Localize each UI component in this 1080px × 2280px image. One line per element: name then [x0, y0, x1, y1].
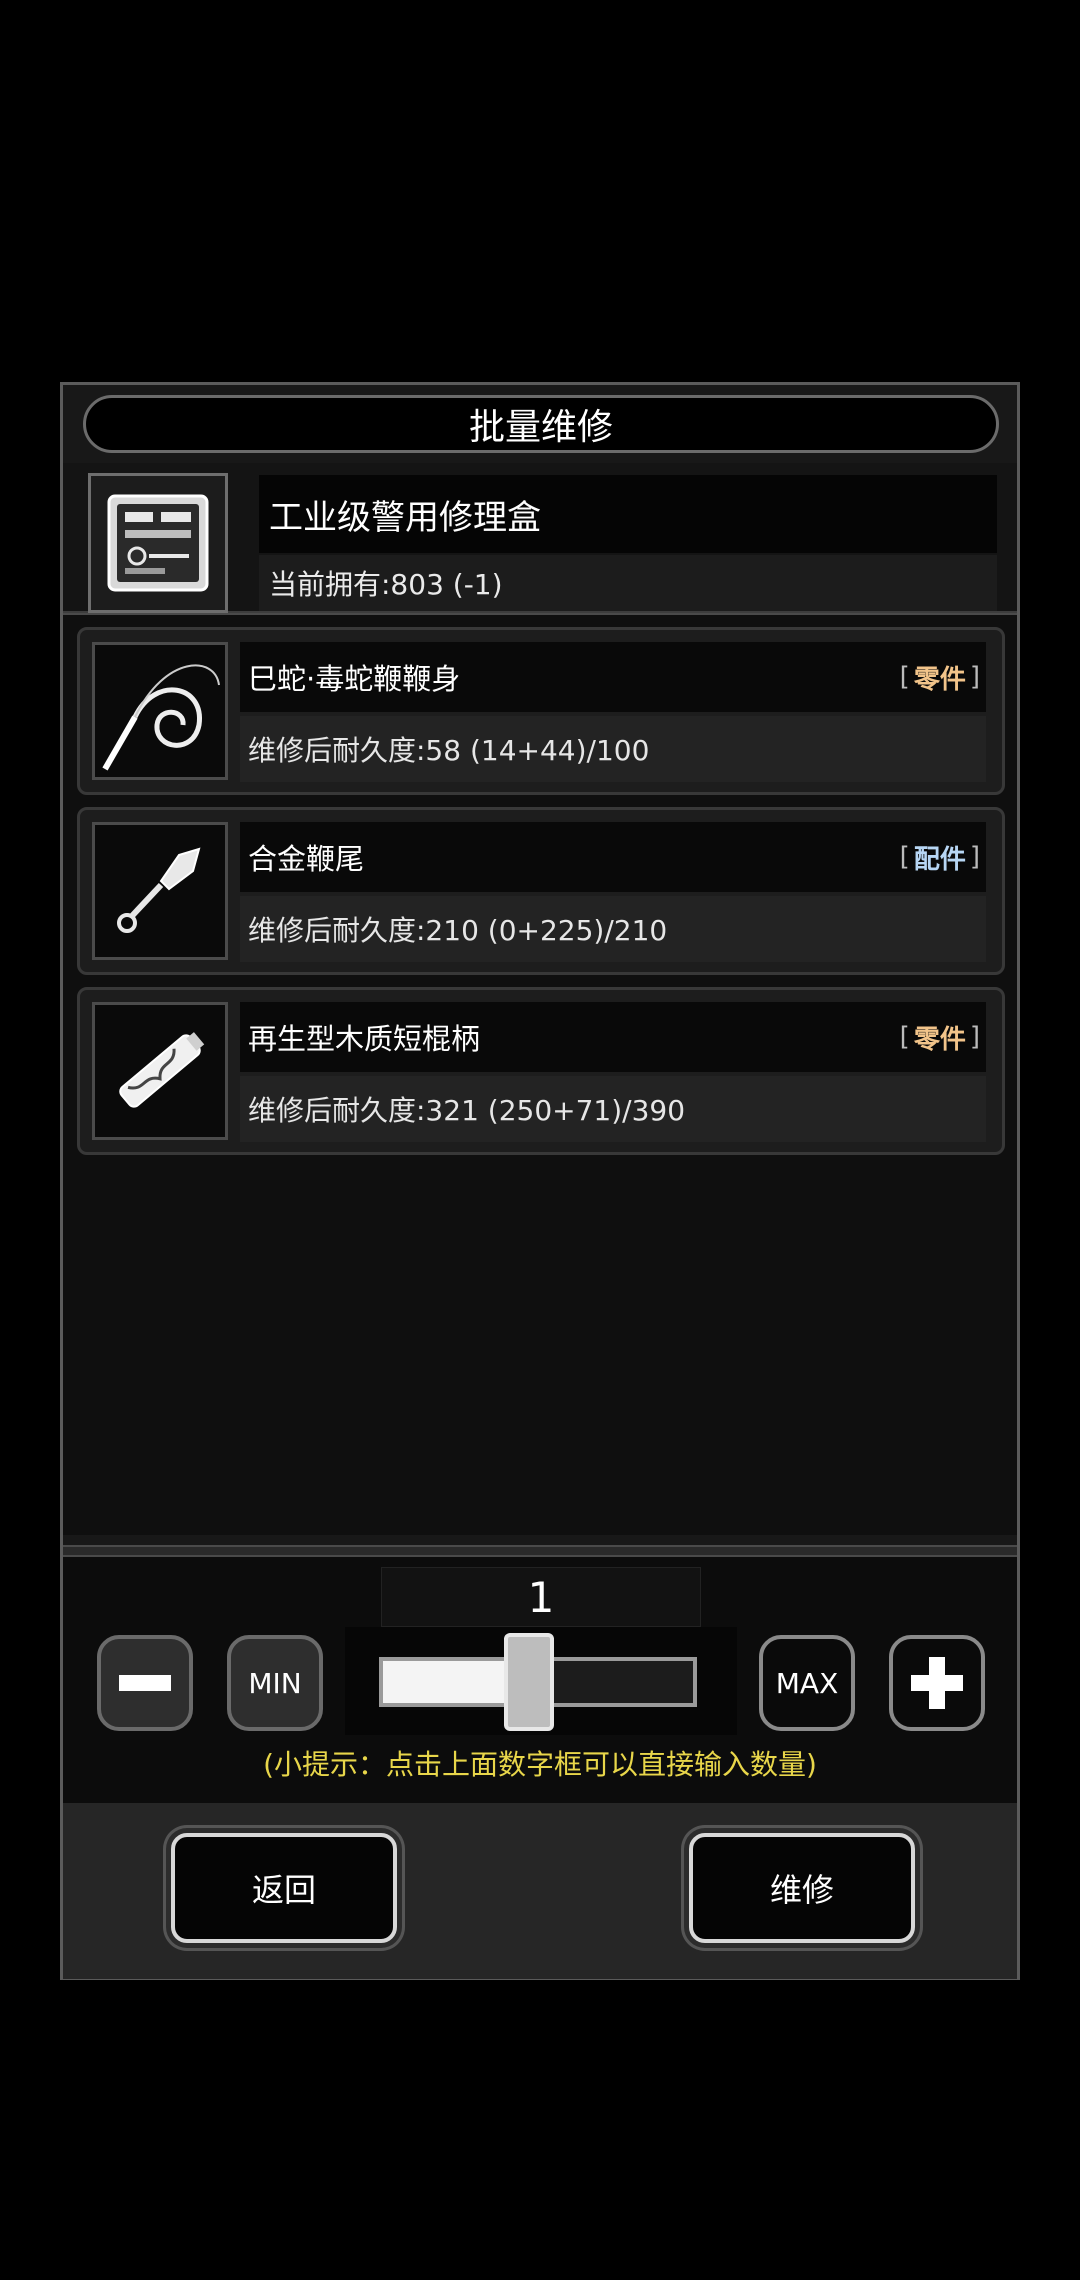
baton-handle-icon — [92, 1002, 228, 1140]
slider-thumb[interactable] — [504, 1633, 554, 1731]
repair-kit-owned-count: 当前拥有:803 (-1) — [259, 555, 997, 611]
back-button[interactable]: 返回 — [171, 1833, 397, 1943]
section-divider — [63, 1545, 1017, 1557]
item-name: 巳蛇·毒蛇鞭鞭身 [ 零件 ] — [240, 642, 986, 712]
action-bar: 返回 维修 — [63, 1803, 1017, 1979]
max-button[interactable]: MAX — [759, 1635, 855, 1731]
item-type-tag: [ 零件 ] — [899, 662, 980, 695]
repair-item-list[interactable]: 巳蛇·毒蛇鞭鞭身 [ 零件 ] 维修后耐久度:58 (14+44)/100 合金… — [63, 613, 1017, 1535]
list-item[interactable]: 再生型木质短棍柄 [ 零件 ] 维修后耐久度:321 (250+71)/390 — [77, 987, 1005, 1155]
repair-kit-icon — [88, 473, 228, 613]
min-button[interactable]: MIN — [227, 1635, 323, 1731]
item-durability: 维修后耐久度:210 (0+225)/210 — [240, 896, 986, 962]
repair-kit-header: 工业级警用修理盒 当前拥有:803 (-1) — [63, 463, 1017, 614]
slider-fill — [383, 1661, 510, 1703]
item-type-tag: [ 配件 ] — [899, 842, 980, 875]
quantity-controls: 1 MIN MAX (小提示：点击上面数字框可以直接输入数量) — [63, 1557, 1017, 1803]
list-item[interactable]: 巳蛇·毒蛇鞭鞭身 [ 零件 ] 维修后耐久度:58 (14+44)/100 — [77, 627, 1005, 795]
item-durability: 维修后耐久度:321 (250+71)/390 — [240, 1076, 986, 1142]
repair-button[interactable]: 维修 — [689, 1833, 915, 1943]
decrease-button[interactable] — [97, 1635, 193, 1731]
item-durability: 维修后耐久度:58 (14+44)/100 — [240, 716, 986, 782]
plus-icon — [911, 1657, 963, 1709]
item-name: 合金鞭尾 [ 配件 ] — [240, 822, 986, 892]
item-type-tag: [ 零件 ] — [899, 1022, 980, 1055]
batch-repair-dialog: 批量维修 工业级警用修理盒 当前拥有:803 (-1) 巳蛇·毒蛇鞭鞭身 [零… — [60, 382, 1020, 1980]
list-item[interactable]: 合金鞭尾 [ 配件 ] 维修后耐久度:210 (0+225)/210 — [77, 807, 1005, 975]
increase-button[interactable] — [889, 1635, 985, 1731]
whip-icon — [92, 642, 228, 780]
input-hint: (小提示：点击上面数字框可以直接输入数量) — [263, 1748, 817, 1781]
item-name: 再生型木质短棍柄 [ 零件 ] — [240, 1002, 986, 1072]
quantity-input[interactable]: 1 — [381, 1567, 701, 1627]
quantity-slider[interactable] — [345, 1627, 737, 1735]
repair-kit-name: 工业级警用修理盒 — [259, 475, 997, 553]
whip-tail-icon — [92, 822, 228, 960]
minus-icon — [119, 1675, 171, 1691]
dialog-title: 批量维修 — [83, 395, 999, 453]
